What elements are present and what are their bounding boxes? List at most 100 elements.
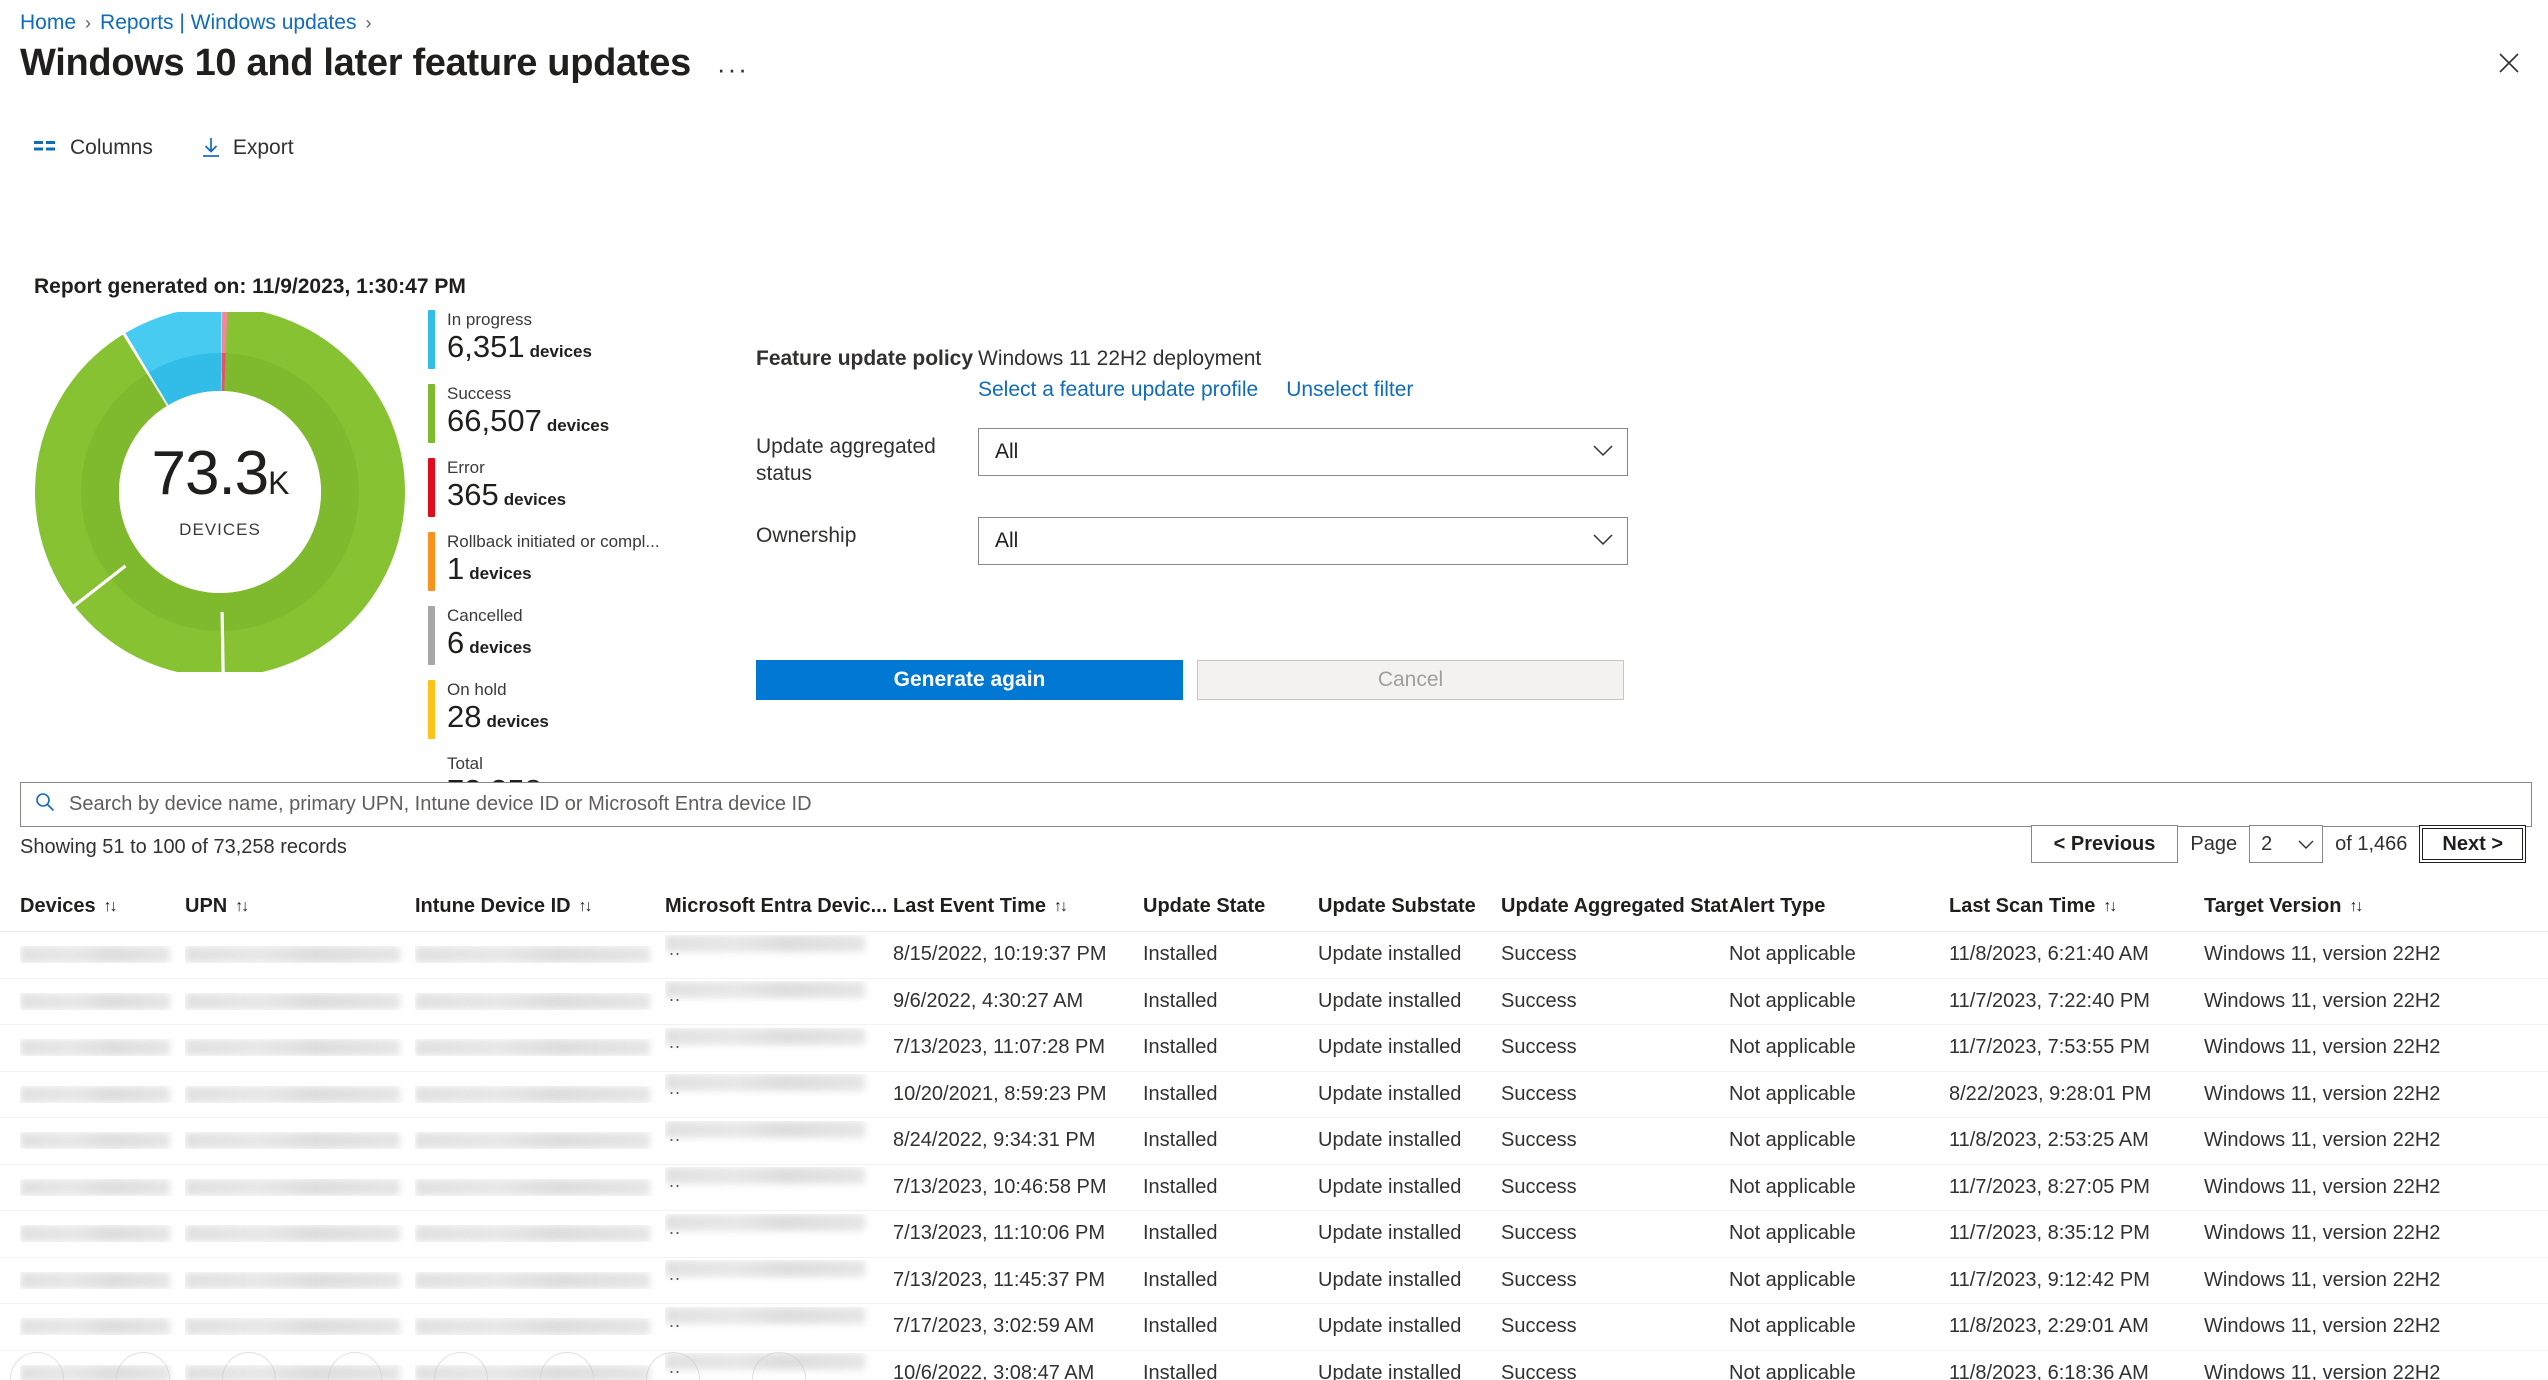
redacted-value	[415, 992, 650, 1010]
table-cell-redacted	[415, 1225, 665, 1243]
update-aggregated-status-select[interactable]: All	[978, 428, 1628, 476]
column-header-update-substate[interactable]: Update Substate	[1318, 895, 1501, 918]
filter-row-ownership: Ownership All	[756, 517, 1656, 565]
column-header-target-version[interactable]: Target Version ↑↓	[2204, 895, 2504, 918]
redacted-value	[665, 1074, 865, 1092]
records-count-label: Showing 51 to 100 of 73,258 records	[20, 836, 347, 858]
unselect-filter-link[interactable]: Unselect filter	[1286, 378, 1413, 402]
breadcrumb-separator-icon-2: ›	[365, 13, 372, 33]
search-box[interactable]	[20, 782, 2532, 827]
table-cell-update-state: Installed	[1143, 1082, 1218, 1105]
device-status-donut-chart: 73.3K DEVICES	[20, 312, 420, 672]
column-header-upn[interactable]: UPN ↑↓	[185, 895, 415, 918]
filter-actions: Generate again Cancel	[756, 660, 1624, 700]
columns-label: Columns	[70, 136, 153, 159]
legend-value: 66,507 devices	[447, 403, 610, 438]
legend-item[interactable]: Success 66,507 devices	[428, 384, 698, 443]
legend-item[interactable]: In progress 6,351 devices	[428, 310, 698, 369]
generate-again-button[interactable]: Generate again	[756, 660, 1183, 700]
table-cell-update-aggregated-state: Success	[1501, 1036, 1577, 1059]
sort-icon[interactable]: ↑↓	[2349, 898, 2363, 916]
table-row[interactable]: .. 8/24/2022, 9:34:31 PM Installed Update i…	[0, 1118, 2548, 1165]
table-cell-update-substate: Update installed	[1318, 1082, 1462, 1105]
legend-item[interactable]: On hold 28 devices	[428, 680, 698, 739]
legend-value: 28 devices	[447, 699, 549, 734]
redacted-value	[20, 1178, 170, 1196]
previous-page-button[interactable]: < Previous	[2030, 825, 2179, 863]
table-cell-redacted	[20, 1225, 185, 1243]
legend-color-swatch	[428, 680, 435, 739]
legend-item[interactable]: Error 365 devices	[428, 458, 698, 517]
column-header-devices[interactable]: Devices ↑↓	[20, 895, 185, 918]
sort-icon[interactable]: ↑↓	[1054, 898, 1068, 916]
table-row[interactable]: .. 10/20/2021, 8:59:23 PM Installed Update …	[0, 1072, 2548, 1118]
table-row[interactable]: .. 8/15/2022, 10:19:37 PM Installed Update …	[0, 932, 2548, 979]
column-header-update-aggregated-state[interactable]: Update Aggregated State	[1501, 895, 1729, 918]
table-cell-redacted: ..	[665, 1027, 893, 1068]
cancel-button[interactable]: Cancel	[1197, 660, 1624, 700]
legend-item[interactable]: Rollback initiated or compl... 1 devices	[428, 532, 698, 591]
table-row[interactable]: .. 7/17/2023, 3:02:59 AM Installed Update i…	[0, 1304, 2548, 1351]
redacted-value	[20, 1271, 170, 1289]
table-cell-update-substate: Update installed	[1318, 1268, 1462, 1291]
column-header-last-scan-time[interactable]: Last Scan Time ↑↓	[1949, 895, 2204, 918]
table-header-row: Devices ↑↓ UPN ↑↓ Intune Device ID ↑↓ Mi…	[0, 882, 2548, 932]
table-cell-last-scan-time: 11/7/2023, 8:27:05 PM	[1949, 1175, 2150, 1198]
column-header-entra-device-id[interactable]: Microsoft Entra Devic... ↑↓	[665, 895, 893, 918]
table-row[interactable]: .. 7/13/2023, 11:10:06 PM Installed Update …	[0, 1211, 2548, 1258]
table-cell-update-aggregated-state: Success	[1501, 1175, 1577, 1198]
truncation-marker: ..	[669, 1310, 682, 1331]
table-row[interactable]: .. 9/6/2022, 4:30:27 AM Installed Update in…	[0, 979, 2548, 1025]
redacted-value	[20, 1318, 170, 1336]
table-cell-target-version: Windows 11, version 22H2	[2204, 1082, 2441, 1105]
next-page-button[interactable]: Next >	[2419, 825, 2526, 863]
column-header-last-event-time[interactable]: Last Event Time ↑↓	[893, 895, 1143, 918]
breadcrumb: Home › Reports | Windows updates ›	[20, 10, 371, 36]
columns-button[interactable]: Columns	[28, 132, 159, 164]
select-feature-update-profile-link[interactable]: Select a feature update profile	[978, 378, 1258, 402]
table-cell-update-substate: Update installed	[1318, 943, 1462, 966]
table-cell-target-version: Windows 11, version 22H2	[2204, 1036, 2441, 1059]
sort-icon[interactable]: ↑↓	[2103, 898, 2117, 916]
columns-icon	[34, 139, 58, 157]
redacted-value	[185, 1318, 400, 1336]
table-cell-redacted	[20, 1039, 185, 1057]
table-cell-redacted: ..	[665, 1120, 893, 1161]
table-cell-redacted	[185, 1271, 415, 1289]
legend-item[interactable]: Cancelled 6 devices	[428, 606, 698, 665]
redacted-value	[665, 934, 865, 952]
table-cell-alert-type: Not applicable	[1729, 1222, 1856, 1245]
export-label: Export	[232, 136, 294, 159]
ownership-select[interactable]: All	[978, 517, 1628, 565]
command-bar: Columns Export	[28, 132, 300, 164]
table-row[interactable]: .. 7/13/2023, 11:07:28 PM Installed Update …	[0, 1025, 2548, 1072]
table-cell-last-event-time: 7/13/2023, 10:46:58 PM	[893, 1175, 1107, 1198]
table-cell-redacted: ..	[665, 1074, 893, 1114]
table-cell-redacted: ..	[665, 981, 893, 1021]
search-input[interactable]	[67, 792, 2517, 817]
truncation-marker: ..	[669, 938, 682, 959]
table-row[interactable]: .. 7/13/2023, 10:46:58 PM Installed Update …	[0, 1165, 2548, 1211]
table-cell-redacted	[20, 1271, 185, 1289]
export-button[interactable]: Export	[195, 132, 300, 164]
table-cell-update-state: Installed	[1143, 1315, 1218, 1338]
table-cell-redacted	[20, 1085, 185, 1103]
column-header-alert-type[interactable]: Alert Type	[1729, 895, 1949, 918]
table-cell-redacted	[20, 946, 185, 964]
table-row[interactable]: .. 7/13/2023, 11:45:37 PM Installed Update …	[0, 1258, 2548, 1304]
table-cell-redacted	[415, 1271, 665, 1289]
taskbar-icon	[222, 1352, 276, 1380]
sort-icon[interactable]: ↑↓	[104, 898, 118, 916]
sort-icon[interactable]: ↑↓	[579, 898, 593, 916]
sort-icon[interactable]: ↑↓	[235, 898, 249, 916]
page-number-select[interactable]: 2	[2249, 825, 2324, 863]
taskbar-ghost	[0, 1352, 2548, 1380]
column-header-update-state[interactable]: Update State	[1143, 895, 1318, 918]
close-icon[interactable]	[2492, 46, 2526, 80]
redacted-value	[665, 1027, 865, 1045]
breadcrumb-item-home[interactable]: Home	[20, 10, 76, 36]
table-cell-redacted: ..	[665, 934, 893, 975]
column-header-intune-device-id[interactable]: Intune Device ID ↑↓	[415, 895, 665, 918]
breadcrumb-item-reports[interactable]: Reports | Windows updates	[100, 10, 356, 36]
more-options-icon[interactable]: ···	[713, 56, 753, 82]
